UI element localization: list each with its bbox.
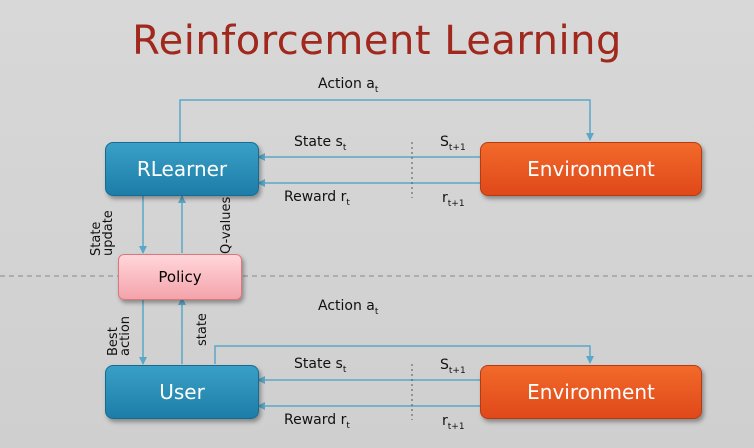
top-next-reward-label: rt+1 — [442, 190, 465, 209]
rlearner-box: RLearner — [105, 142, 259, 196]
top-next-state-label: St+1 — [440, 134, 466, 153]
top-action-label: Action at — [318, 76, 379, 95]
policy-label: Policy — [158, 268, 202, 286]
q-values-label: Q-values — [219, 196, 234, 254]
state-update-label: State update — [89, 210, 116, 256]
best-action-label: Best action — [106, 315, 133, 356]
top-environment-box: Environment — [480, 142, 702, 196]
policy-box: Policy — [118, 254, 242, 300]
top-action-arrow — [179, 99, 594, 142]
user-box: User — [105, 365, 259, 419]
bottom-next-state-label: St+1 — [440, 357, 466, 376]
bottom-environment-label: Environment — [527, 380, 655, 404]
top-environment-label: Environment — [527, 157, 655, 181]
bottom-state-label: State st — [294, 356, 347, 375]
bottom-reward-label: Reward rt — [284, 412, 350, 431]
bottom-action-label: Action at — [318, 298, 379, 317]
state-side-label: state — [195, 313, 210, 346]
bottom-next-reward-label: rt+1 — [442, 413, 465, 432]
top-state-label: State st — [294, 134, 347, 153]
bottom-environment-box: Environment — [480, 365, 702, 419]
user-label: User — [159, 380, 205, 404]
bottom-action-arrow — [214, 345, 594, 364]
rlearner-label: RLearner — [136, 157, 228, 181]
top-reward-label: Reward rt — [284, 189, 350, 208]
